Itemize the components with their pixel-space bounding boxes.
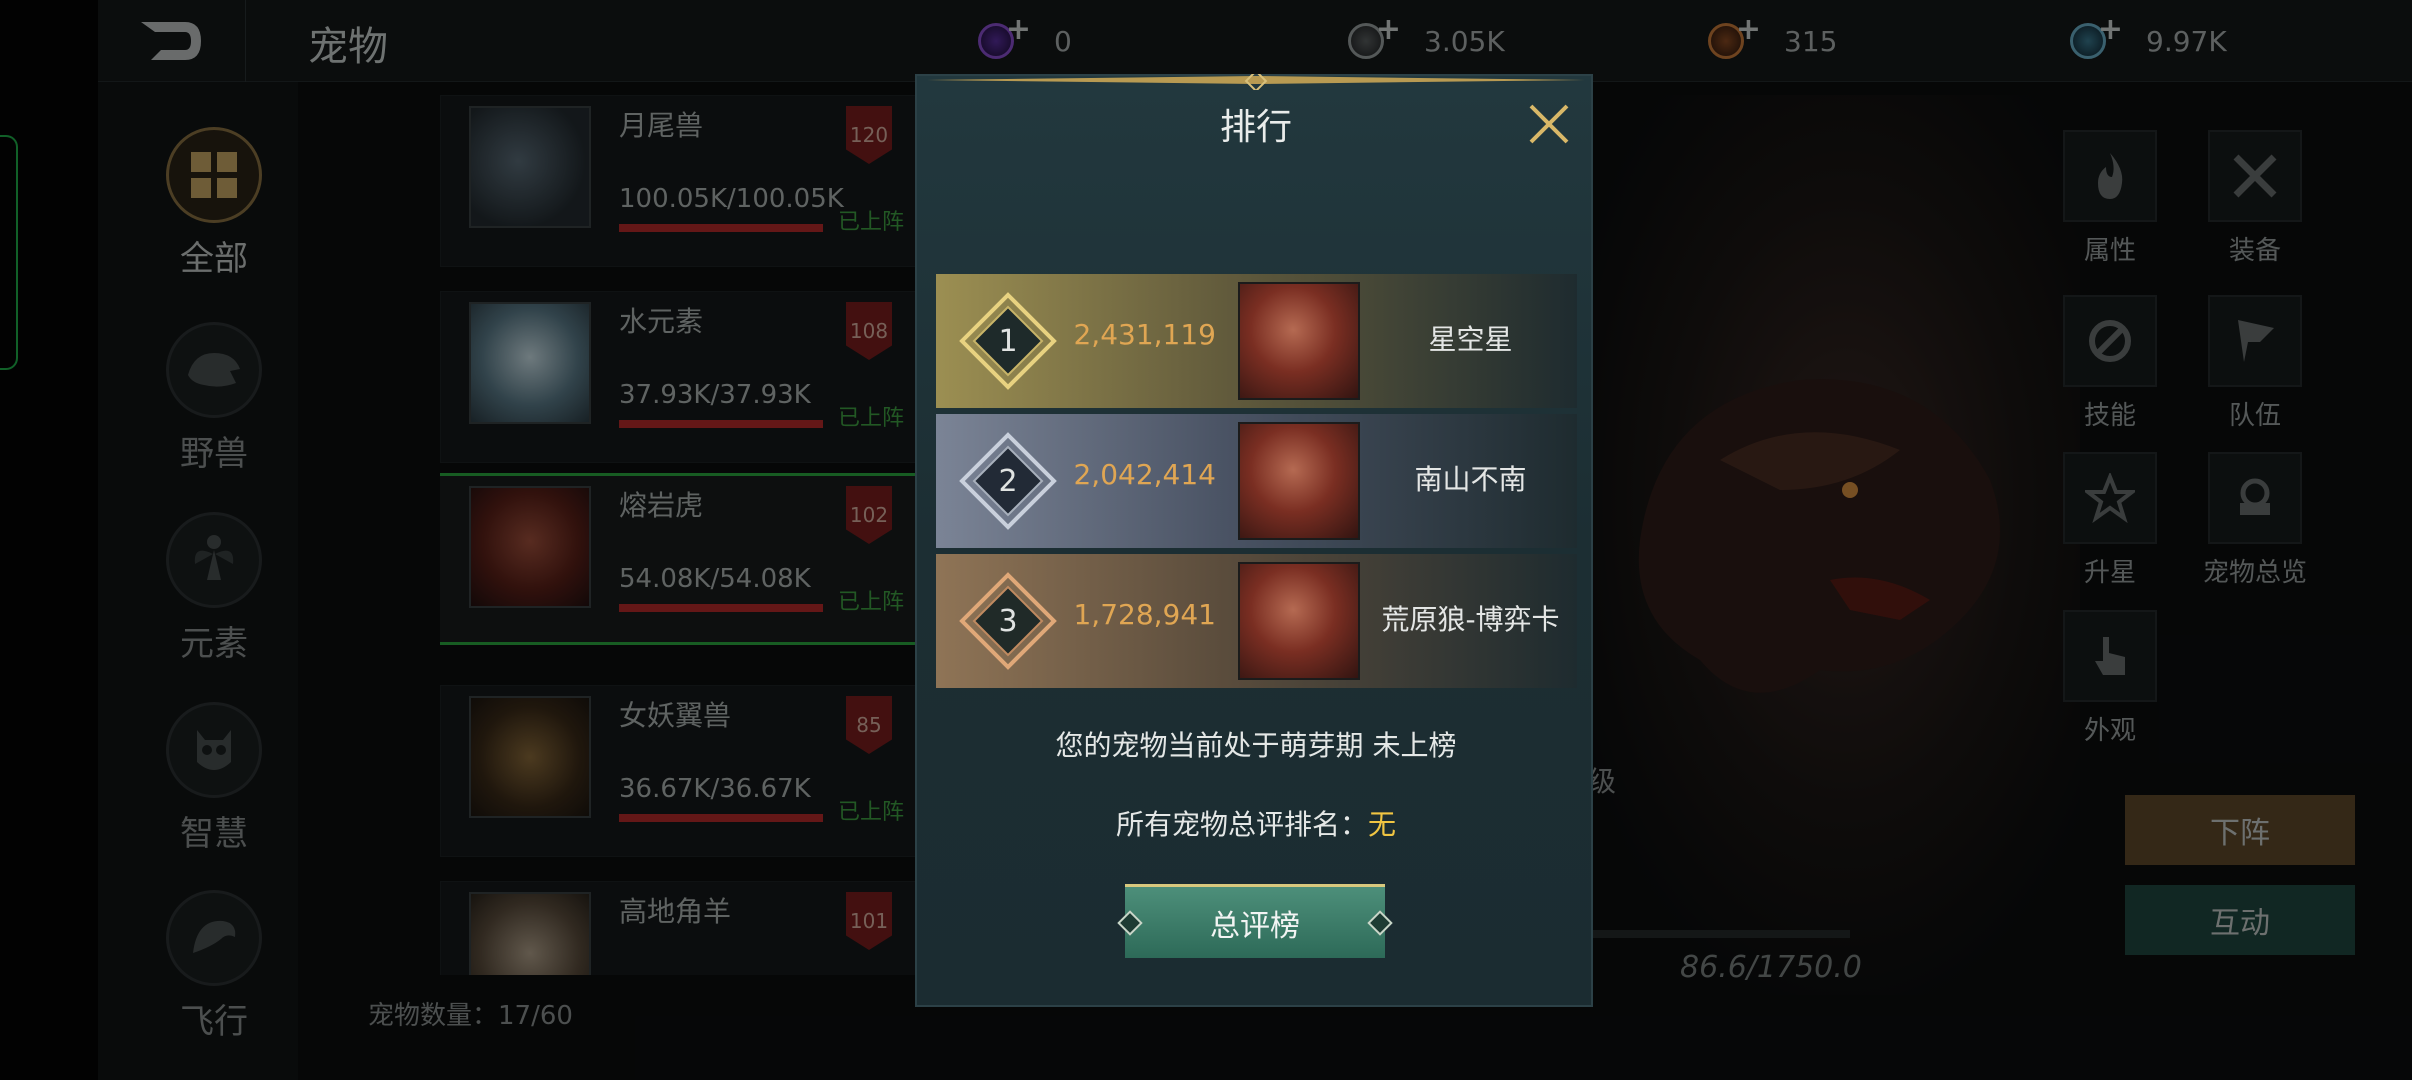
ranking-row[interactable]: 2 2,042,414 南山不南 — [936, 414, 1577, 548]
rank-score: 2,042,414 — [1073, 458, 1216, 491]
modal-title: 排行 — [1219, 107, 1292, 148]
close-icon[interactable] — [1523, 98, 1575, 150]
rank-pet-avatar — [1238, 282, 1360, 400]
overall-leaderboard-label: 总评榜 — [1210, 908, 1300, 944]
rank-player-name: 荒原狼-博弈卡 — [1381, 603, 1560, 636]
overall-leaderboard-button[interactable]: 总评榜 — [1117, 884, 1393, 958]
ranking-modal: 排行 1 2,431,119 星空星 2 2,042,414 南山不南 3 1,… — [915, 74, 1593, 1007]
rank-player-name: 南山不南 — [1414, 463, 1527, 496]
overall-rank-line: 所有宠物总评排名：无 — [917, 803, 1595, 843]
ranking-row[interactable]: 3 1,728,941 荒原狼-博弈卡 — [936, 554, 1577, 688]
rank-player-name: 星空星 — [1428, 323, 1513, 356]
rank-number: 1 — [998, 323, 1018, 359]
ranking-row[interactable]: 1 2,431,119 星空星 — [936, 274, 1577, 408]
rank-score: 1,728,941 — [1073, 598, 1216, 631]
modal-top-ornament — [927, 74, 1585, 90]
rank-pet-avatar — [1238, 562, 1360, 680]
overall-rank-value: 无 — [1368, 808, 1397, 841]
overall-rank-label: 所有宠物总评排名： — [1115, 808, 1368, 841]
diamond-ornament-icon — [1117, 910, 1143, 936]
rank-pet-avatar — [1238, 422, 1360, 540]
rank-score: 2,431,119 — [1073, 318, 1216, 351]
diamond-ornament-icon — [1367, 910, 1393, 936]
rank-number: 3 — [998, 603, 1018, 639]
rank-number: 2 — [998, 463, 1018, 499]
game-screen: 宠物 + 0 + 3.05K + 315 + 9.97K 全部 野兽 元素 智慧… — [0, 0, 2412, 1080]
pet-rank-status: 您的宠物当前处于萌芽期 未上榜 — [1055, 729, 1457, 762]
